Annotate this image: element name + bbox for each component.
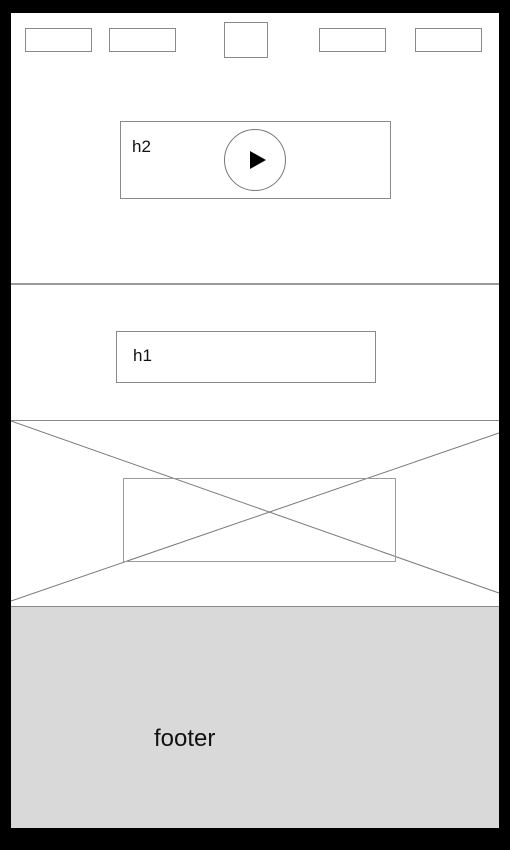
hero-section: h2 — [11, 13, 499, 285]
image-inner-box — [123, 478, 396, 562]
hero-heading: h2 — [132, 137, 151, 156]
play-button[interactable] — [224, 129, 286, 191]
footer: footer — [11, 607, 499, 828]
logo-placeholder[interactable] — [224, 22, 268, 58]
section-heading: h1 — [133, 346, 152, 365]
nav-item-3[interactable] — [319, 28, 386, 52]
footer-label: footer — [154, 725, 216, 752]
heading-section: h1 — [11, 285, 499, 421]
nav-item-4[interactable] — [415, 28, 482, 52]
play-icon — [250, 151, 266, 169]
nav-item-1[interactable] — [25, 28, 92, 52]
video-block: h2 — [120, 121, 391, 199]
wireframe-page: h2 h1 footer — [11, 13, 499, 828]
image-placeholder — [11, 421, 499, 607]
nav-item-2[interactable] — [109, 28, 176, 52]
heading-box: h1 — [116, 331, 376, 383]
